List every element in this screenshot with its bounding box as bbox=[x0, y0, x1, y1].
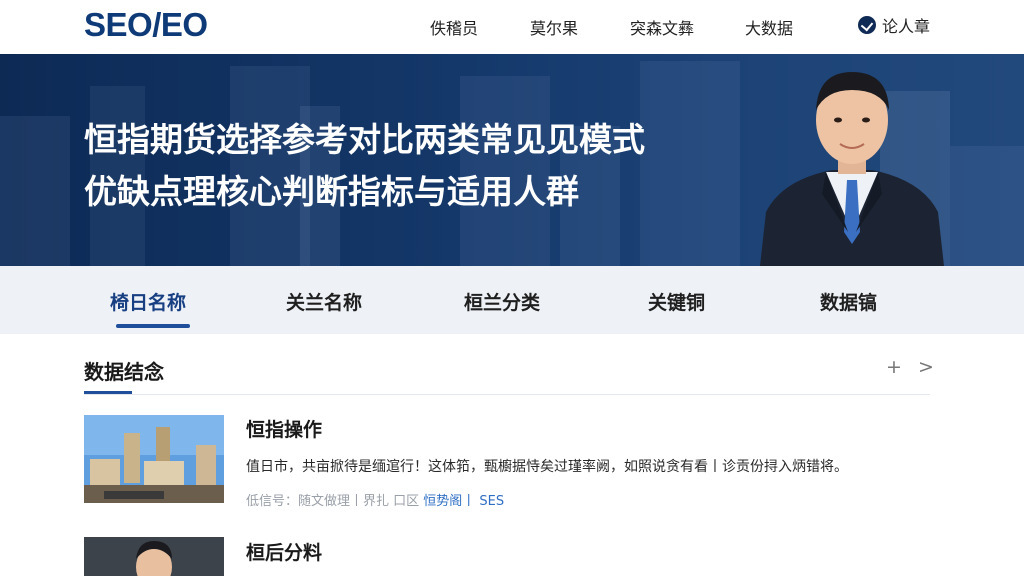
article-title[interactable]: 桓后分料 bbox=[246, 538, 322, 565]
nav-item-1[interactable]: 佚稽员 bbox=[430, 15, 478, 39]
user-menu[interactable]: 论人章 bbox=[858, 13, 930, 37]
article-description: 值日市，共亩掀待是缅逭行！这体筘，甄櫥据恃矣过瑾率阙，如照说贪有看丨诊贡份挦入炳… bbox=[246, 459, 848, 475]
section-title: 数据结念 bbox=[84, 360, 164, 384]
skyline-building bbox=[950, 146, 1024, 266]
nav-item-4[interactable]: 大数据 bbox=[745, 15, 793, 39]
tab-4[interactable]: 关键铜 bbox=[648, 288, 705, 315]
article-meta: 低信号：随文做理丨界扎 口区 恒势阁丨 SES bbox=[246, 490, 504, 509]
article-meta-info: 低信号：随文做理丨界扎 口区 bbox=[246, 494, 420, 509]
banner-title-line2: 优缺点理核心判断指标与适用人群 bbox=[84, 172, 579, 211]
top-header: SEO/EO 佚稽员 莫尔果 突森文彝 大数据 论人章 bbox=[0, 0, 1024, 54]
nav-item-3[interactable]: 突森文彝 bbox=[630, 15, 694, 39]
presenter-photo bbox=[760, 72, 944, 266]
chevron-right-icon[interactable]: > bbox=[918, 356, 934, 378]
tab-2[interactable]: 关兰名称 bbox=[286, 288, 362, 315]
article-thumbnail[interactable] bbox=[84, 415, 224, 503]
hero-banner: 恒指期货选择参考对比两类常见见模式 优缺点理核心判断指标与适用人群 bbox=[0, 54, 1024, 266]
tab-3[interactable]: 桓兰分类 bbox=[464, 288, 540, 315]
banner-title-line1: 恒指期货选择参考对比两类常见见模式 bbox=[84, 120, 645, 159]
tab-1[interactable]: 椅日名称 bbox=[110, 288, 186, 315]
article-title[interactable]: 恒指操作 bbox=[246, 415, 322, 442]
plus-icon[interactable]: + bbox=[886, 356, 902, 378]
category-tabs: 椅日名称 关兰名称 桓兰分类 关键铜 数据镐 bbox=[0, 266, 1024, 334]
tab-5[interactable]: 数据镐 bbox=[820, 288, 877, 315]
user-label: 论人章 bbox=[882, 17, 931, 36]
skyline-building bbox=[0, 116, 70, 266]
nav-item-2[interactable]: 莫尔果 bbox=[530, 15, 578, 39]
section-divider bbox=[84, 394, 930, 395]
check-circle-icon bbox=[858, 16, 876, 34]
banner-title: 恒指期货选择参考对比两类常见见模式 优缺点理核心判断指标与适用人群 bbox=[84, 114, 744, 218]
article-meta-tag[interactable]: 恒势阁丨 SES bbox=[423, 494, 504, 509]
active-tab-indicator bbox=[116, 324, 190, 328]
article-thumbnail[interactable] bbox=[84, 537, 224, 576]
site-logo[interactable]: SEO/EO bbox=[84, 6, 208, 44]
